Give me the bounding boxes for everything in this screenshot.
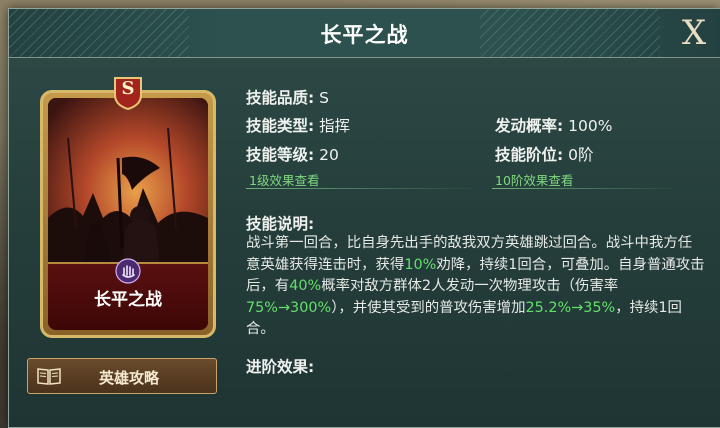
- skill-card[interactable]: 长平之战 S: [40, 77, 216, 338]
- skill-type-value: 指挥: [319, 117, 351, 135]
- level-effect-link[interactable]: 1级效果查看: [249, 170, 319, 189]
- skill-quality-value: S: [319, 89, 329, 107]
- skill-rank-label: 技能阶位:: [495, 146, 564, 164]
- description-highlight-value: 75%→300%: [246, 299, 332, 316]
- rank-effect-link[interactable]: 10阶效果查看: [495, 170, 573, 189]
- card-name: 长平之战: [94, 290, 162, 310]
- description-highlight-value: 25.2%→35%: [525, 299, 616, 316]
- advance-effect-label: 进阶效果:: [246, 358, 315, 376]
- rarity-badge: S: [111, 75, 145, 111]
- rarity-letter: S: [121, 78, 135, 99]
- skill-type-row: 技能类型: 指挥: [246, 114, 350, 136]
- trigger-rate-label: 发动概率:: [495, 117, 564, 135]
- description-text-segment: 概率对敌方群体2人发动一次物理攻击（伤害率: [321, 278, 619, 294]
- description-text-segment: ），并使其受到的普攻伤害增加: [331, 299, 526, 316]
- trigger-rate-row: 发动概率: 100%: [495, 114, 612, 136]
- skill-description-label: 技能说明:: [246, 215, 315, 233]
- dialog-title-bar: 长平之战 X: [9, 9, 720, 58]
- battle-artwork-icon: [48, 98, 208, 268]
- description-highlight-value: 40%: [289, 278, 322, 294]
- dialog-title: 长平之战: [320, 23, 409, 47]
- skill-card-inner: 长平之战: [48, 98, 208, 330]
- hero-guide-button[interactable]: 英雄攻略: [27, 358, 217, 394]
- skill-quality-row: 技能品质: S: [246, 86, 329, 108]
- skill-level-row: 技能等级: 20: [246, 143, 339, 165]
- skill-rank-value: 0阶: [568, 146, 594, 164]
- description-highlight-value: 10%: [404, 256, 437, 273]
- skill-quality-label: 技能品质:: [246, 89, 315, 107]
- skill-rank-row: 技能阶位: 0阶: [495, 143, 594, 165]
- skill-level-label: 技能等级:: [246, 146, 315, 164]
- rank-link-underline: [492, 188, 682, 189]
- skill-description: 战斗第一回合，比自身先出手的敌我双方英雄跳过回合。战斗中我方任意英雄获得连击时，…: [246, 233, 706, 341]
- skill-level-value: 20: [319, 146, 339, 164]
- trigger-rate-value: 100%: [568, 117, 613, 135]
- purple-hand-emblem-icon: [115, 258, 141, 284]
- skill-type-label: 技能类型:: [246, 117, 315, 135]
- close-button[interactable]: X: [674, 13, 714, 53]
- level-link-underline: [246, 188, 481, 189]
- hero-guide-label: 英雄攻略: [98, 369, 159, 387]
